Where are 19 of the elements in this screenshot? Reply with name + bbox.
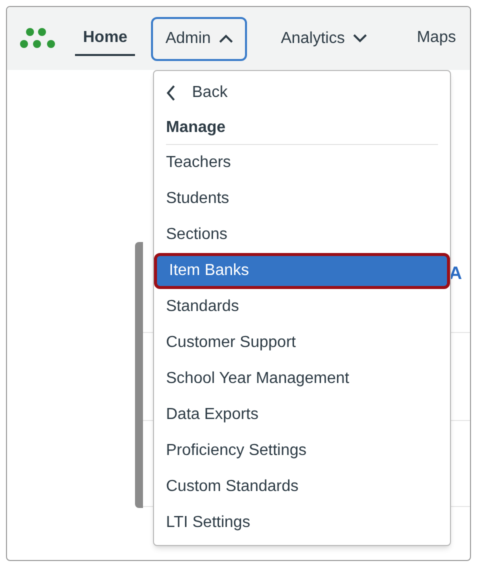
menu-heading: Manage xyxy=(166,111,438,145)
menu-item[interactable]: Item Banks xyxy=(154,253,450,289)
nav-link[interactable]: Home xyxy=(75,22,136,56)
menu-item[interactable]: Teachers xyxy=(154,145,450,181)
menu-item[interactable]: LTI Settings xyxy=(154,505,450,541)
menu-item[interactable]: Customer Support xyxy=(154,325,450,361)
nav-dropdown[interactable]: Analytics xyxy=(266,16,381,60)
chevron-left-icon xyxy=(166,85,176,101)
nav-link[interactable]: Maps xyxy=(408,22,464,56)
back-button[interactable]: Back xyxy=(154,75,450,111)
menu-item[interactable]: Sections xyxy=(154,217,450,253)
link-text[interactable]: A xyxy=(449,260,462,287)
nav-dropdown[interactable]: Admin xyxy=(151,16,247,60)
menu-item[interactable]: Standards xyxy=(154,289,450,325)
menu-item[interactable]: Students xyxy=(154,181,450,217)
menu-item[interactable]: Proficiency Settings xyxy=(154,433,450,469)
menu-item[interactable]: School Year Management xyxy=(154,361,450,397)
menu-item[interactable]: Custom Standards xyxy=(154,469,450,505)
menu-item[interactable]: Data Exports xyxy=(154,397,450,433)
